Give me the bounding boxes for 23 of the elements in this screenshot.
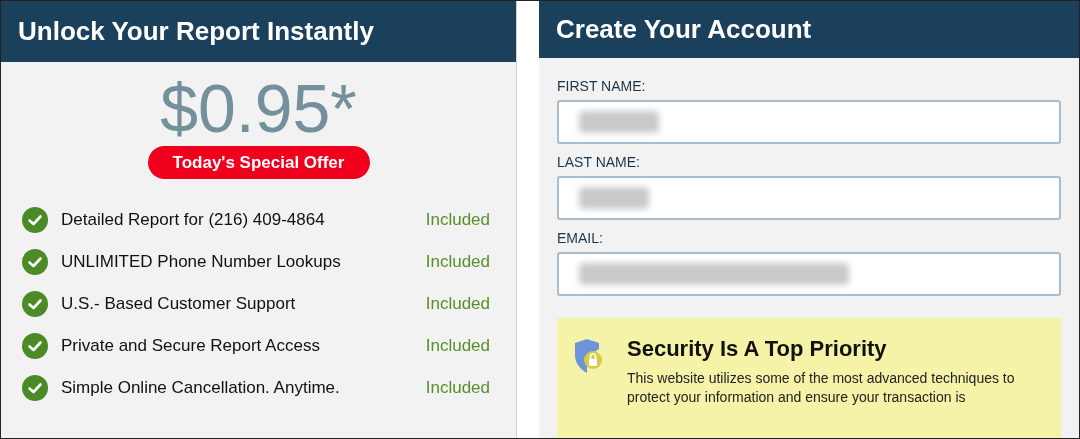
notice-title: Security Is A Top Priority (627, 335, 888, 363)
shield-lock-icon (574, 337, 602, 375)
notice-text: This website utilizes some of the most advanced techniques to protect your information and ensure your transaction is (627, 369, 1016, 407)
feature-label: Simple Online Cancellation. Anytime. (61, 377, 340, 400)
field-label: LAST NAME: (557, 154, 641, 171)
price: $0.95* (160, 70, 357, 146)
panel-title: Create Your Account (556, 13, 812, 46)
special-offer-badge: Today's Special Offer (147, 146, 370, 179)
input-field[interactable] (557, 252, 1061, 296)
input-field[interactable] (557, 100, 1061, 144)
feature-status: Included (425, 293, 490, 316)
feature-status: Included (425, 209, 490, 232)
field-label: FIRST NAME: (557, 78, 647, 95)
feature-label: UNLIMITED Phone Number Lookups (61, 251, 341, 274)
feature-status: Included (425, 251, 490, 274)
feature-status: Included (425, 335, 490, 358)
panel-title: Unlock Your Report Instantly (18, 15, 374, 48)
feature-label: Detailed Report for (216) 409-4864 (61, 209, 325, 232)
feature-label: U.S.- Based Customer Support (61, 293, 296, 316)
field-label: EMAIL: (557, 230, 604, 247)
feature-label: Private and Secure Report Access (61, 335, 320, 358)
input-field[interactable] (557, 176, 1061, 220)
feature-status: Included (425, 377, 490, 400)
